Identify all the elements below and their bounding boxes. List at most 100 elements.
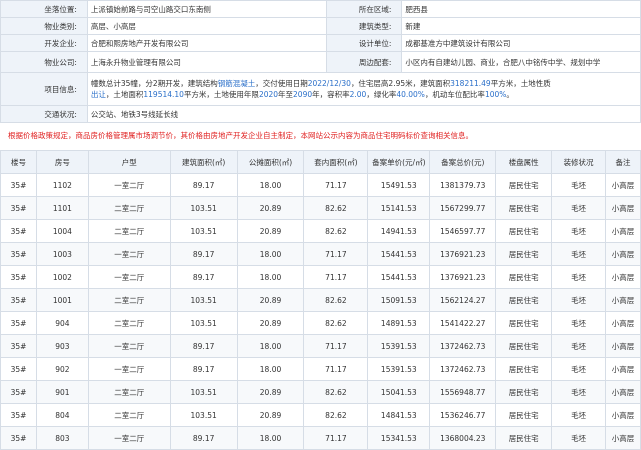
project-text: 年至 (278, 90, 294, 99)
shared-area-cell: 18.00 (236, 357, 305, 381)
decoration-cell: 毛坯 (551, 311, 606, 335)
remark-cell: 小高层 (605, 357, 641, 381)
property-type-cell: 居民住宅 (495, 403, 553, 427)
building-area-cell: 89.17 (169, 357, 238, 381)
location-label: 坐落位置: (0, 0, 88, 18)
col-decoration-header: 装修状况 (551, 150, 606, 174)
building-no-cell: 35# (0, 334, 37, 358)
total-price-cell: 1536246.77 (429, 403, 497, 427)
surroundings-label: 周边配套: (326, 51, 403, 73)
building-area-cell: 89.17 (169, 265, 238, 289)
unit-price-cell: 15091.53 (367, 288, 431, 312)
building-no-cell: 35# (0, 219, 37, 243)
interior-area-cell: 82.62 (303, 380, 369, 404)
project-text: 幢数总计35幢，分2期开发，建筑结构 (90, 79, 218, 88)
decoration-cell: 毛坯 (551, 380, 606, 404)
building-type-value: 新建 (401, 17, 641, 35)
layout-cell: 二室二厅 (87, 380, 171, 404)
property-type-cell: 居民住宅 (495, 173, 553, 197)
layout-cell: 二室二厅 (87, 219, 171, 243)
project-text: ，住宅层高2.95米，建筑面积 (350, 79, 451, 88)
property-type-cell: 居民住宅 (495, 219, 553, 243)
decoration-cell: 毛坯 (551, 196, 606, 220)
total-price-cell: 1541422.27 (429, 311, 497, 335)
building-area-value: 318211.49 (450, 79, 491, 88)
building-no-cell: 35# (0, 380, 37, 404)
remark-cell: 小高层 (605, 426, 641, 450)
col-shared-area-header: 公摊面积(㎡) (236, 150, 305, 174)
remark-cell: 小高层 (605, 219, 641, 243)
decoration-cell: 毛坯 (551, 288, 606, 312)
decoration-cell: 毛坯 (551, 265, 606, 289)
interior-area-cell: 82.62 (303, 196, 369, 220)
table-row: 35# 1001 二室二厅 103.51 20.89 82.62 15091.53 15621… (0, 288, 641, 312)
interior-area-cell: 71.17 (303, 334, 369, 358)
building-area-cell: 89.17 (169, 173, 238, 197)
category-value: 高层、小高层 (86, 17, 328, 35)
building-area-cell: 89.17 (169, 242, 238, 266)
land-use-end-value: 2090 (293, 90, 313, 99)
interior-area-cell: 82.62 (303, 288, 369, 312)
unit-price-cell: 15341.53 (367, 426, 431, 450)
table-row: 35# 902 一室二厅 89.17 18.00 71.17 15391.53 1372462… (0, 357, 641, 381)
decoration-cell: 毛坯 (551, 242, 606, 266)
total-price-cell: 1372462.73 (429, 357, 497, 381)
room-no-cell: 1102 (35, 173, 89, 197)
building-area-cell: 103.51 (169, 380, 238, 404)
layout-cell: 一室二厅 (87, 357, 171, 381)
interior-area-cell: 71.17 (303, 173, 369, 197)
col-layout-header: 户型 (87, 150, 171, 174)
total-price-cell: 1376921.23 (429, 242, 497, 266)
project-description: 幢数总计35幢，分2期开发，建筑结构钢筋混凝土，交付使用日期2022/12/30… (86, 72, 641, 106)
building-no-cell: 35# (0, 242, 37, 266)
interior-area-cell: 82.62 (303, 403, 369, 427)
table-row: 35# 901 二室二厅 103.51 20.89 82.62 15041.53 155694… (0, 380, 641, 404)
property-type-cell: 居民住宅 (495, 380, 553, 404)
unit-price-cell: 15391.53 (367, 357, 431, 381)
project-text: 平方米，土地性质 (490, 79, 551, 88)
land-area-value: 119514.10 (143, 90, 184, 99)
table-row: 35# 1003 一室二厅 89.17 18.00 71.17 15441.53 137692… (0, 242, 641, 266)
project-text: ，绿化率 (366, 90, 397, 99)
plot-ratio-value: 2.00 (349, 90, 367, 99)
remark-cell: 小高层 (605, 403, 641, 427)
room-no-cell: 902 (35, 357, 89, 381)
interior-area-cell: 71.17 (303, 242, 369, 266)
col-interior-area-header: 套内面积(㎡) (303, 150, 369, 174)
remark-cell: 小高层 (605, 334, 641, 358)
property-type-cell: 居民住宅 (495, 357, 553, 381)
project-text: 平方米，土地使用年限 (183, 90, 259, 99)
building-no-cell: 35# (0, 357, 37, 381)
property-type-cell: 居民住宅 (495, 242, 553, 266)
layout-cell: 二室二厅 (87, 311, 171, 335)
building-area-cell: 89.17 (169, 334, 238, 358)
shared-area-cell: 18.00 (236, 265, 305, 289)
room-no-cell: 1003 (35, 242, 89, 266)
remark-cell: 小高层 (605, 196, 641, 220)
project-text: 年，容积率 (312, 90, 350, 99)
price-notice: 根据价格政策规定，商品房价格管理属市场调节价，其价格由房地产开发企业自主制定，本… (8, 131, 473, 140)
remark-cell: 小高层 (605, 265, 641, 289)
layout-cell: 一室二厅 (87, 265, 171, 289)
shared-area-cell: 18.00 (236, 426, 305, 450)
unit-price-cell: 15441.53 (367, 242, 431, 266)
total-price-cell: 1556948.77 (429, 380, 497, 404)
building-area-cell: 103.51 (169, 311, 238, 335)
unit-price-cell: 15391.53 (367, 334, 431, 358)
delivery-date-value: 2022/12/30 (307, 79, 351, 88)
decoration-cell: 毛坯 (551, 426, 606, 450)
project-text: 。 (506, 90, 514, 99)
developer-value: 合肥和熙房地产开发有限公司 (86, 34, 328, 52)
unit-price-cell: 15141.53 (367, 196, 431, 220)
shared-area-cell: 18.00 (236, 242, 305, 266)
room-no-cell: 1004 (35, 219, 89, 243)
building-area-cell: 103.51 (169, 403, 238, 427)
project-text: ，交付使用日期 (255, 79, 308, 88)
room-no-cell: 904 (35, 311, 89, 335)
layout-cell: 二室二厅 (87, 288, 171, 312)
room-no-cell: 901 (35, 380, 89, 404)
shared-area-cell: 20.89 (236, 380, 305, 404)
developer-label: 开发企业: (0, 34, 88, 52)
total-price-cell: 1381379.73 (429, 173, 497, 197)
property-label: 物业公司: (0, 51, 88, 73)
